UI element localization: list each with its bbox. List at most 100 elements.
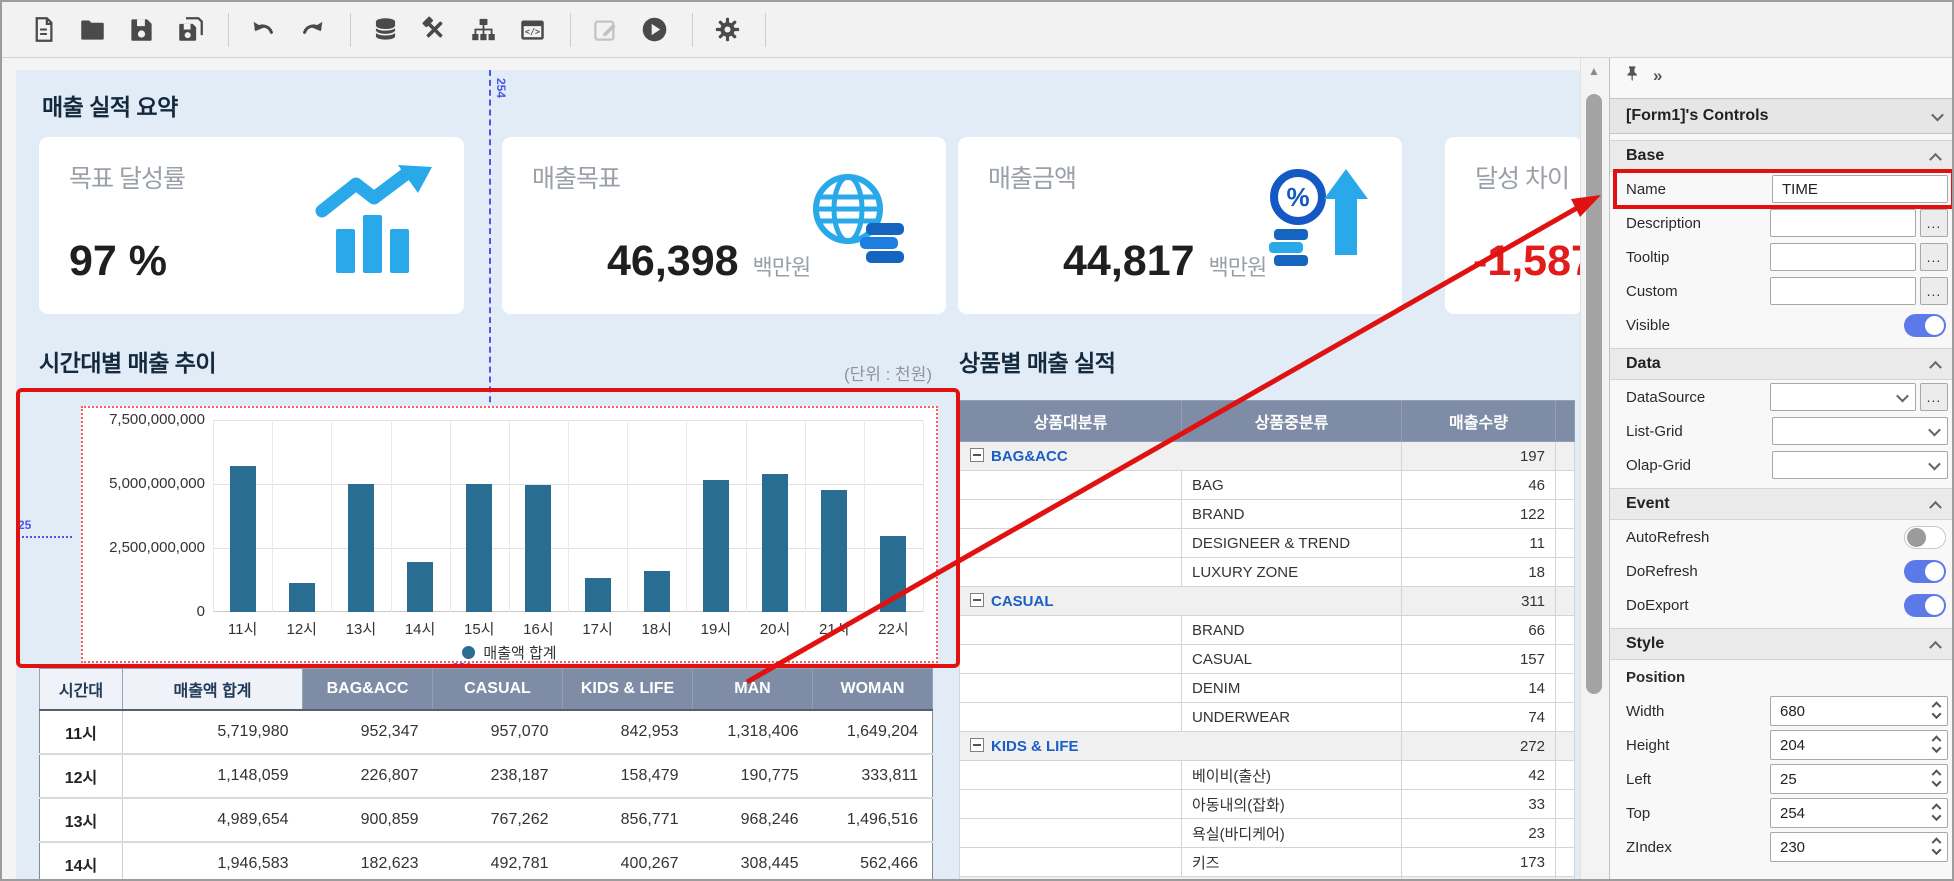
olap-grid-select[interactable] (1772, 451, 1948, 479)
top-input[interactable]: 254 (1770, 798, 1948, 828)
table-row[interactable]: CASUAL311 (960, 587, 1575, 616)
kpi-card-2[interactable]: 매출목표46,398백만원 (502, 137, 946, 314)
table-row[interactable]: 11시5,719,980952,347957,070842,9531,318,4… (40, 710, 933, 754)
height-input[interactable]: 204 (1770, 730, 1948, 760)
edit-icon[interactable] (590, 15, 620, 45)
spin-down-icon[interactable] (1932, 811, 1942, 821)
table-row[interactable]: 12시1,148,059226,807238,187158,479190,775… (40, 754, 933, 798)
spinner-buttons[interactable] (1933, 836, 1940, 855)
spin-down-icon[interactable] (1932, 743, 1942, 753)
description-input[interactable] (1770, 209, 1916, 237)
collapse-group-icon[interactable] (970, 738, 984, 752)
table-row[interactable]: 베이비(출산)42 (960, 761, 1575, 790)
chart-bar[interactable] (880, 536, 906, 612)
spinner-buttons[interactable] (1933, 700, 1940, 719)
table-row[interactable]: 13시4,989,654900,859767,262856,771968,246… (40, 798, 933, 842)
section-header-style[interactable]: Style (1610, 628, 1954, 660)
collapse-group-icon[interactable] (970, 593, 984, 607)
open-folder-icon[interactable] (77, 15, 107, 45)
trend-bars-icon (310, 163, 438, 286)
section-header-data[interactable]: Data (1610, 348, 1954, 380)
table-row[interactable]: BRAND66 (960, 616, 1575, 645)
chart-bar[interactable] (466, 484, 492, 612)
collapse-panel-icon[interactable]: » (1653, 66, 1662, 86)
sitemap-icon[interactable] (468, 15, 498, 45)
table-row[interactable]: BRAND122 (960, 500, 1575, 529)
chart-bar[interactable] (703, 480, 729, 612)
spinner-buttons[interactable] (1933, 768, 1940, 787)
name-input[interactable]: TIME (1772, 175, 1948, 203)
table-row[interactable]: 14시1,946,583182,623492,781400,267308,445… (40, 842, 933, 881)
chart-bar[interactable] (821, 490, 847, 612)
chart-bar[interactable] (644, 571, 670, 612)
spinner-buttons[interactable] (1933, 734, 1940, 753)
scrollbar-thumb[interactable] (1586, 94, 1602, 694)
chart-bar[interactable] (525, 485, 551, 612)
pin-icon[interactable] (1624, 65, 1641, 87)
table-row[interactable]: BAG46 (960, 471, 1575, 500)
time-sales-chart[interactable]: 02,500,000,0005,000,000,0007,500,000,000… (81, 406, 938, 663)
group-name-cell[interactable]: KIDS & LIFE (960, 732, 1402, 761)
spin-down-icon[interactable] (1932, 845, 1942, 855)
table-row[interactable]: CASUAL157 (960, 645, 1575, 674)
table-row[interactable]: KIDS & LIFE272 (960, 732, 1575, 761)
scroll-up-icon[interactable]: ▲ (1588, 64, 1600, 78)
chart-bar[interactable] (230, 466, 256, 612)
section-header-base[interactable]: Base (1610, 140, 1954, 172)
doexport-toggle[interactable] (1904, 594, 1946, 617)
group-name-cell[interactable]: MAN (960, 877, 1402, 881)
spin-down-icon[interactable] (1932, 709, 1942, 719)
vertical-scrollbar[interactable]: ▲ (1580, 58, 1609, 881)
autorefresh-toggle[interactable] (1904, 526, 1946, 549)
tooltip-input[interactable] (1770, 243, 1916, 271)
chart-bar[interactable] (585, 578, 611, 612)
chart-bar[interactable] (289, 583, 315, 612)
chart-bar[interactable] (348, 484, 374, 612)
table-row[interactable]: 아동내의(잡화)33 (960, 790, 1575, 819)
code-window-icon[interactable]: </> (517, 15, 547, 45)
chart-bar[interactable] (762, 474, 788, 612)
ellipsis-button[interactable]: ... (1920, 209, 1948, 237)
datasource-select[interactable] (1770, 383, 1916, 411)
table-row[interactable]: MAN352 (960, 877, 1575, 881)
zindex-input[interactable]: 230 (1770, 832, 1948, 862)
table-row[interactable]: 욕실(바디케어)23 (960, 819, 1575, 848)
ellipsis-button[interactable]: ... (1920, 383, 1948, 411)
ellipsis-button[interactable]: ... (1920, 277, 1948, 305)
dorefresh-toggle[interactable] (1904, 560, 1946, 583)
kpi-card-1[interactable]: 목표 달성률97 % (39, 137, 464, 314)
table-row[interactable]: BAG&ACC197 (960, 442, 1575, 471)
collapse-group-icon[interactable] (970, 448, 984, 462)
ellipsis-button[interactable]: ... (1920, 243, 1948, 271)
left-input[interactable]: 25 (1770, 764, 1948, 794)
database-icon[interactable] (370, 15, 400, 45)
table-row[interactable]: UNDERWEAR74 (960, 703, 1575, 732)
kpi-card-4[interactable]: 달성 차이-1,587 (1445, 137, 1580, 314)
list-grid-select[interactable] (1772, 417, 1948, 445)
spinner-buttons[interactable] (1933, 802, 1940, 821)
time-sales-table[interactable]: 시간대매출액 합계BAG&ACCCASUALKIDS & LIFEMANWOMA… (39, 668, 933, 881)
group-name-cell[interactable]: BAG&ACC (960, 442, 1402, 471)
product-sales-table[interactable]: 상품대분류상품중분류매출수량BAG&ACC197BAG46BRAND122DES… (959, 400, 1575, 881)
save-icon[interactable] (126, 15, 156, 45)
spin-down-icon[interactable] (1932, 777, 1942, 787)
table-row[interactable]: 키즈173 (960, 848, 1575, 877)
save-all-icon[interactable] (175, 15, 205, 45)
table-row[interactable]: LUXURY ZONE18 (960, 558, 1575, 587)
run-icon[interactable] (639, 15, 669, 45)
visible-toggle[interactable] (1904, 314, 1946, 337)
new-document-icon[interactable] (28, 15, 58, 45)
settings-icon[interactable] (712, 15, 742, 45)
custom-input[interactable] (1770, 277, 1916, 305)
table-row[interactable]: DESIGNEER & TREND11 (960, 529, 1575, 558)
chart-bar[interactable] (407, 562, 433, 612)
data-tools-icon[interactable] (419, 15, 449, 45)
group-name-cell[interactable]: CASUAL (960, 587, 1402, 616)
section-header-event[interactable]: Event (1610, 488, 1954, 520)
width-input[interactable]: 680 (1770, 696, 1948, 726)
redo-icon[interactable] (297, 15, 327, 45)
table-row[interactable]: DENIM14 (960, 674, 1575, 703)
kpi-card-3[interactable]: 매출금액44,817백만원% (958, 137, 1402, 314)
undo-icon[interactable] (248, 15, 278, 45)
controls-header[interactable]: [Form1]'s Controls (1610, 98, 1954, 134)
